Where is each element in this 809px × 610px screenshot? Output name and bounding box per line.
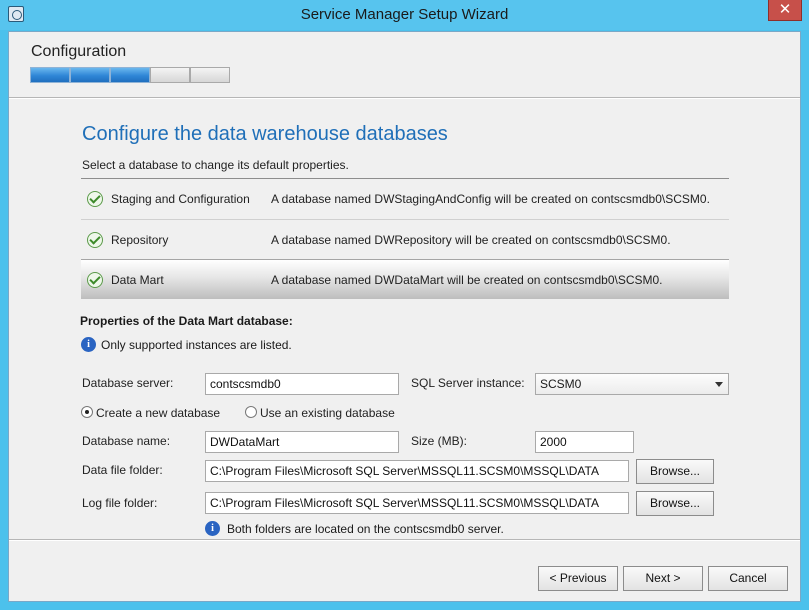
info-icon: i [205, 521, 220, 536]
database-row-staging[interactable]: Staging and Configuration A database nam… [81, 179, 729, 219]
sql-instance-select[interactable]: SCSM0 [535, 373, 729, 395]
database-row-description: A database named DWStagingAndConfig will… [271, 192, 710, 206]
browse-data-folder-button[interactable]: Browse... [636, 459, 714, 484]
window-title: Service Manager Setup Wizard [300, 6, 509, 23]
log-folder-input[interactable]: C:\Program Files\Microsoft SQL Server\MS… [205, 492, 629, 514]
size-input[interactable]: 2000 [535, 431, 634, 453]
section-name: Configuration [31, 43, 127, 60]
database-row-datamart[interactable]: Data Mart A database named DWDataMart wi… [81, 259, 729, 299]
progress-step-3 [110, 67, 150, 83]
properties-heading: Properties of the Data Mart database: [80, 314, 293, 328]
info-icon: i [81, 337, 96, 352]
radio-existing-label[interactable]: Use an existing database [260, 406, 395, 420]
page-subtitle: Select a database to change its default … [82, 158, 349, 172]
data-folder-input[interactable]: C:\Program Files\Microsoft SQL Server\MS… [205, 460, 629, 482]
size-label: Size (MB): [411, 434, 468, 448]
progress-step-4 [150, 67, 190, 83]
footer-divider-highlight [9, 540, 800, 541]
progress-step-1 [30, 67, 70, 83]
header-divider-highlight [9, 98, 800, 99]
check-circle-icon [87, 272, 103, 288]
database-row-description: A database named DWDataMart will be crea… [271, 273, 663, 287]
database-row-name: Staging and Configuration [111, 192, 250, 206]
next-button[interactable]: Next > [623, 566, 703, 591]
browse-log-folder-button[interactable]: Browse... [636, 491, 714, 516]
previous-button[interactable]: < Previous [538, 566, 618, 591]
database-name-input[interactable]: DWDataMart [205, 431, 399, 453]
page-title: Configure the data warehouse databases [82, 123, 448, 145]
chevron-down-icon[interactable] [715, 382, 723, 387]
cancel-button[interactable]: Cancel [708, 566, 788, 591]
check-circle-icon [87, 232, 103, 248]
database-name-label: Database name: [82, 434, 171, 448]
progress-bar [30, 67, 230, 83]
data-folder-label: Data file folder: [82, 463, 163, 477]
database-list: Staging and Configuration A database nam… [81, 178, 729, 299]
database-row-description: A database named DWRepository will be cr… [271, 233, 671, 247]
database-row-name: Repository [111, 233, 169, 247]
database-server-label: Database server: [82, 376, 174, 390]
database-row-name: Data Mart [111, 273, 164, 287]
radio-create-database[interactable] [81, 406, 93, 418]
close-button[interactable]: ✕ [768, 0, 802, 21]
radio-existing-database[interactable] [245, 406, 257, 418]
info-folders-text: Both folders are located on the contscsm… [227, 522, 504, 536]
progress-step-5 [190, 67, 230, 83]
progress-step-2 [70, 67, 110, 83]
sql-instance-value: SCSM0 [540, 377, 582, 391]
wizard-client-area: Configuration Configure the data warehou… [8, 31, 801, 602]
wizard-header: Configuration [9, 32, 800, 98]
database-row-repository[interactable]: Repository A database named DWRepository… [81, 219, 729, 259]
info-instances-text: Only supported instances are listed. [101, 338, 292, 352]
sql-instance-label: SQL Server instance: [411, 376, 525, 390]
title-bar[interactable]: Service Manager Setup Wizard ✕ [0, 0, 809, 30]
log-folder-label: Log file folder: [82, 496, 158, 510]
database-server-input[interactable]: contscsmdb0 [205, 373, 399, 395]
radio-create-label[interactable]: Create a new database [96, 406, 220, 420]
setup-wizard-window: Service Manager Setup Wizard ✕ Configura… [0, 0, 809, 610]
check-circle-icon [87, 191, 103, 207]
